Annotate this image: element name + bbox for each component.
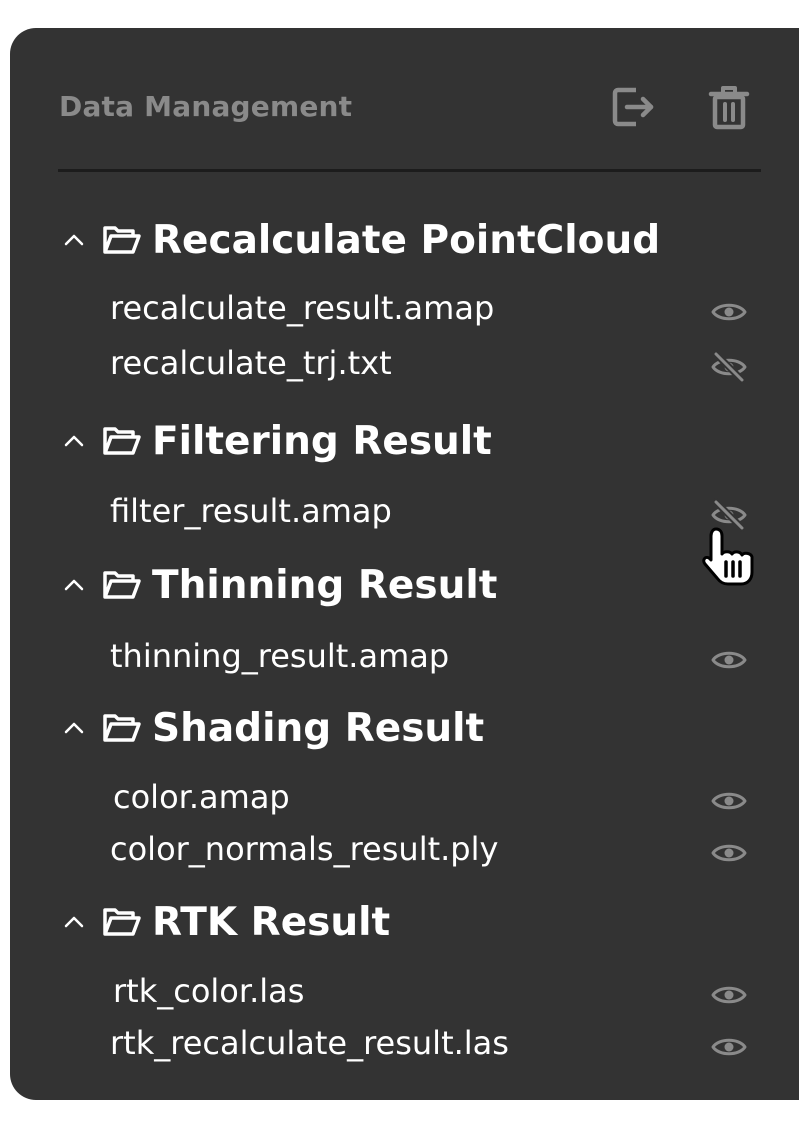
chevron-up-icon[interactable] [60,571,88,599]
eye-icon [711,1038,747,1056]
file-name[interactable]: rtk_recalculate_result.las [110,1019,509,1067]
visibility-toggle[interactable] [709,833,749,873]
export-button[interactable] [609,83,657,131]
list-item: recalculate_trj.txt [110,339,760,387]
folder-open-icon [102,904,146,940]
header-divider [58,169,761,172]
eye-icon [711,303,747,321]
chevron-up-icon[interactable] [60,908,88,936]
list-item: thinning_result.amap [110,632,760,680]
group-title: Shading Result [152,705,485,751]
eye-icon [711,844,747,862]
chevron-up-icon[interactable] [60,427,88,455]
visibility-toggle[interactable] [709,292,749,332]
visibility-toggle[interactable] [709,975,749,1015]
file-name[interactable]: color_normals_result.ply [110,825,498,873]
visibility-toggle[interactable] [709,640,749,680]
group-thinning-result[interactable]: Thinning Result [60,555,497,615]
list-item: color_normals_result.ply [110,825,760,873]
eye-icon [711,986,747,1004]
list-item: recalculate_result.amap [110,284,760,332]
chevron-up-icon[interactable] [60,226,88,254]
chevron-up-icon[interactable] [60,714,88,742]
visibility-toggle[interactable] [709,347,749,387]
group-title: RTK Result [152,899,391,945]
export-icon [612,87,654,127]
group-title: Thinning Result [152,562,498,608]
file-name[interactable]: color.amap [113,773,290,821]
eye-off-icon [711,350,747,384]
eye-off-icon [711,498,747,532]
visibility-toggle[interactable] [709,781,749,821]
group-title: Recalculate PointCloud [152,217,661,263]
file-name[interactable]: recalculate_trj.txt [110,339,392,387]
data-management-panel: Data Management Recalculate PointCloud r… [10,28,799,1100]
folder-open-icon [102,222,146,258]
group-recalculate-pointcloud[interactable]: Recalculate PointCloud [60,210,660,270]
list-item: rtk_color.las [110,967,760,1015]
group-title: Filtering Result [152,418,492,464]
file-name[interactable]: filter_result.amap [110,487,392,535]
delete-button[interactable] [705,83,753,131]
file-name[interactable]: rtk_color.las [113,967,304,1015]
visibility-toggle[interactable] [709,495,749,535]
file-name[interactable]: thinning_result.amap [110,632,449,680]
trash-icon [708,86,750,130]
folder-open-icon [102,423,146,459]
visibility-toggle[interactable] [709,1027,749,1067]
list-item: color.amap [110,773,760,821]
group-rtk-result[interactable]: RTK Result [60,892,390,952]
list-item: rtk_recalculate_result.las [110,1019,760,1067]
folder-open-icon [102,710,146,746]
panel-header: Data Management [10,28,799,188]
eye-icon [711,792,747,810]
group-shading-result[interactable]: Shading Result [60,698,484,758]
list-item: filter_result.amap [110,487,760,535]
group-filtering-result[interactable]: Filtering Result [60,411,492,471]
panel-title: Data Management [59,90,353,123]
file-name[interactable]: recalculate_result.amap [110,284,494,332]
eye-icon [711,651,747,669]
folder-open-icon [102,567,146,603]
